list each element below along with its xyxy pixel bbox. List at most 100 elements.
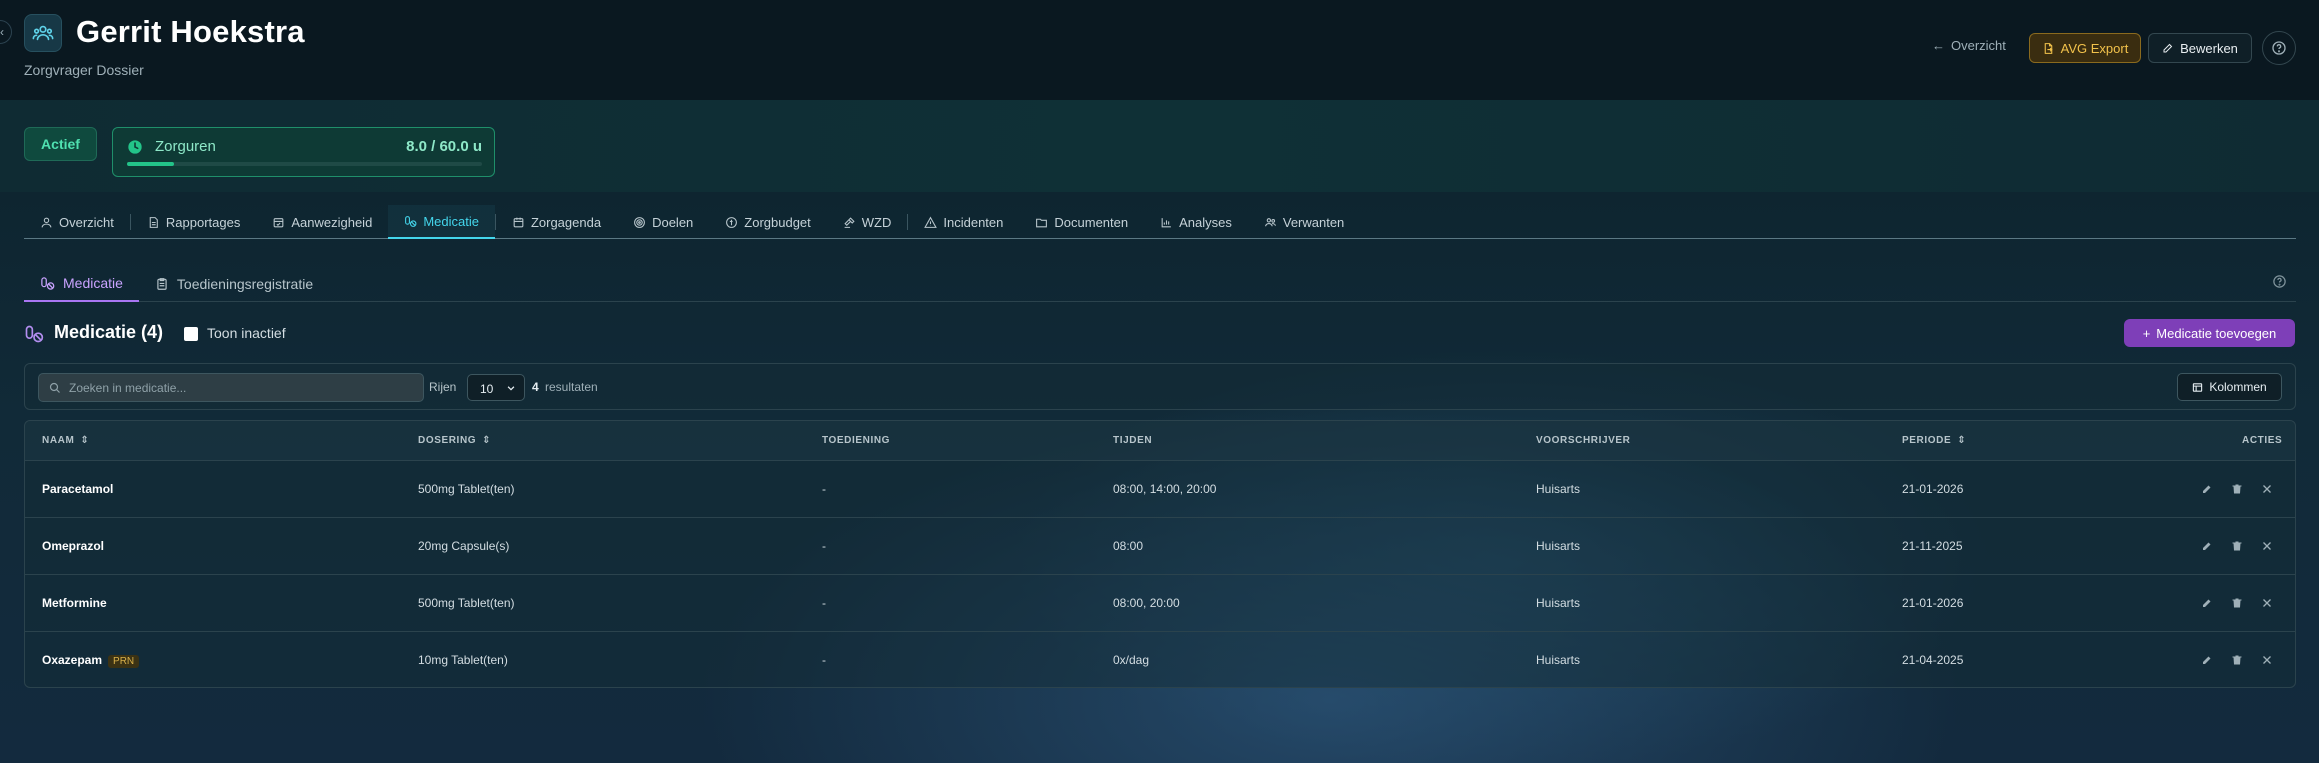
back-to-overview-link[interactable]: ← Overzicht: [1932, 38, 2006, 53]
edit-row-button[interactable]: [2200, 538, 2214, 554]
chevron-down-icon: [507, 386, 515, 391]
column-header-toediening: TOEDIENING: [822, 435, 890, 446]
cell-dose: 500mg Tablet(ten): [418, 596, 515, 610]
sort-icon: ⇕: [482, 435, 492, 446]
result-count: 4: [532, 380, 539, 394]
subtab-help-button[interactable]: [2272, 274, 2287, 294]
file-export-icon: [2044, 42, 2053, 54]
tab-label: Aanwezigheid: [291, 214, 373, 230]
cell-text: Huisarts: [1536, 482, 1581, 496]
edit-row-button[interactable]: [2200, 652, 2214, 668]
column-header-tijden: TIJDEN: [1113, 435, 1152, 446]
main-tabs: Overzicht Rapportages Aanwezigheid Medicati…: [24, 205, 2296, 239]
show-inactive-checkbox[interactable]: [184, 327, 198, 341]
arrow-left-icon: ←: [1932, 38, 1945, 53]
stop-medication-button[interactable]: [2260, 595, 2274, 611]
stop-medication-button[interactable]: [2260, 652, 2274, 668]
table-row[interactable]: Metformine 500mg Tablet(ten) - 08:00, 20:00…: [25, 575, 2295, 632]
prn-badge: PRN: [108, 655, 140, 668]
table-row[interactable]: Oxazepam PRN 10mg Tablet(ten) - 0x/dag Huisar…: [25, 632, 2295, 687]
columns-button[interactable]: Kolommen: [2177, 373, 2282, 401]
add-medication-button[interactable]: + Medicatie toevoegen: [2124, 319, 2295, 347]
column-header-naam[interactable]: NAAM ⇕: [42, 435, 89, 446]
cell-text: 21-01-2026: [1902, 482, 1964, 496]
cell-times: 08:00, 20:00: [1113, 596, 1180, 610]
tab-medicatie[interactable]: Medicatie: [388, 205, 495, 239]
pencil-icon: [2203, 656, 2211, 664]
avg-export-label: AVG Export: [2060, 40, 2129, 56]
rows-per-page-select[interactable]: 10: [467, 374, 525, 401]
column-label: VOORSCHRIJVER: [1536, 435, 1631, 446]
cell-text: Huisarts: [1536, 539, 1581, 553]
tab-label: WZD: [861, 214, 892, 230]
close-icon: [2263, 485, 2271, 493]
column-header-periode[interactable]: PERIODE ⇕: [1902, 435, 1966, 446]
delete-row-button[interactable]: [2230, 481, 2244, 497]
rows-per-page-value: 10: [480, 382, 494, 396]
cell-text: 500mg Tablet(ten): [418, 482, 515, 496]
column-label: PERIODE: [1902, 435, 1952, 446]
folder-icon: [1036, 218, 1048, 227]
cell-text: Huisarts: [1536, 596, 1581, 610]
tab-incidenten[interactable]: Incidenten: [908, 205, 1019, 239]
cell-text: 20mg Capsule(s): [418, 539, 510, 553]
tab-documenten[interactable]: Documenten: [1019, 205, 1144, 239]
cell-period: 21-01-2026: [1902, 596, 1963, 610]
trash-icon: [2232, 598, 2242, 608]
tab-overzicht[interactable]: Overzicht: [24, 205, 130, 239]
subtab-medicatie[interactable]: Medicatie: [24, 266, 139, 302]
cell-dose: 20mg Capsule(s): [418, 539, 509, 553]
tab-rapportages[interactable]: Rapportages: [131, 205, 256, 239]
delete-row-button[interactable]: [2230, 595, 2244, 611]
edit-button[interactable]: Bewerken: [2148, 33, 2252, 63]
cell-period: 21-01-2026: [1902, 482, 1963, 496]
tab-label: Documenten: [1054, 214, 1129, 230]
cell-text: 10mg Tablet(ten): [418, 653, 508, 667]
tab-analyses[interactable]: Analyses: [1144, 205, 1248, 239]
tab-label: Doelen: [652, 214, 694, 230]
column-header-dosering[interactable]: DOSERING ⇕: [418, 435, 491, 446]
cell-period: 21-04-2025: [1902, 653, 1963, 667]
cell-text: 21-04-2025: [1902, 653, 1964, 667]
cell-text: 21-01-2026: [1902, 596, 1964, 610]
table-row[interactable]: Omeprazol 20mg Capsule(s) - 08:00 Huisarts 21…: [25, 518, 2295, 575]
care-hours-label: Zorguren: [155, 138, 216, 155]
tab-zorgagenda[interactable]: Zorgagenda: [496, 205, 617, 239]
care-hours-progress-fill: [127, 162, 175, 166]
status-badge: Actief: [24, 127, 97, 161]
tab-verwanten[interactable]: Verwanten: [1248, 205, 1360, 239]
delete-row-button[interactable]: [2230, 652, 2244, 668]
avg-export-button[interactable]: AVG Export: [2029, 33, 2141, 63]
table-row[interactable]: Paracetamol 500mg Tablet(ten) - 08:00, 14:0…: [25, 461, 2295, 518]
stop-medication-button[interactable]: [2260, 481, 2274, 497]
tab-zorgbudget[interactable]: Zorgbudget: [709, 205, 827, 239]
trash-icon: [2232, 655, 2242, 665]
cell-times: 08:00: [1113, 539, 1143, 553]
tab-wzd[interactable]: WZD: [827, 205, 908, 239]
edit-row-button[interactable]: [2200, 481, 2214, 497]
cell-text: 500mg Tablet(ten): [418, 596, 515, 610]
people-group-icon: [32, 25, 54, 41]
warning-icon: [924, 216, 938, 228]
columns-label: Kolommen: [2209, 380, 2267, 394]
cell-prescriber: Huisarts: [1536, 539, 1580, 553]
edit-row-button[interactable]: [2200, 595, 2214, 611]
subtab-toedieningsregistratie[interactable]: Toedieningsregistratie: [139, 266, 329, 302]
cell-admin: -: [822, 539, 826, 553]
help-button[interactable]: [2262, 31, 2296, 65]
column-label: TOEDIENING: [822, 435, 891, 446]
show-inactive-label: Toon inactief: [207, 325, 286, 341]
coin-icon: [726, 216, 738, 228]
search-input[interactable]: [69, 379, 409, 397]
delete-row-button[interactable]: [2230, 538, 2244, 554]
cell-name: Metformine: [42, 596, 107, 610]
cell-dose: 10mg Tablet(ten): [418, 653, 508, 667]
tab-aanwezigheid[interactable]: Aanwezigheid: [256, 205, 388, 239]
stop-medication-button[interactable]: [2260, 538, 2274, 554]
column-label: DOSERING: [418, 435, 477, 446]
result-label: resultaten: [545, 380, 598, 394]
close-icon: [2263, 542, 2271, 550]
tab-doelen[interactable]: Doelen: [617, 205, 709, 239]
question-circle-icon: [2272, 41, 2286, 55]
tab-label: Verwanten: [1282, 214, 1345, 230]
